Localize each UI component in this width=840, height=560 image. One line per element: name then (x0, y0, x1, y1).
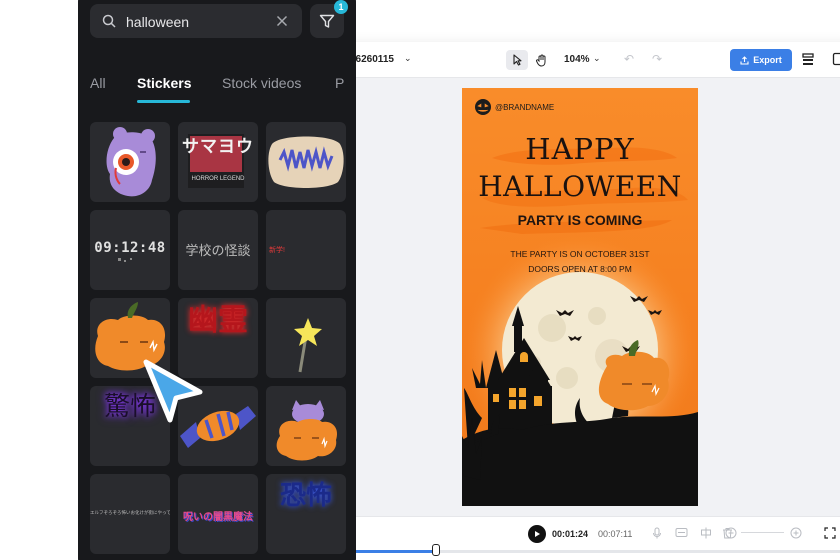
export-label: Export (753, 55, 782, 65)
poster-canvas[interactable]: @BRANDNAME HAPPY HALLOWEEN PARTY IS COMI… (462, 88, 698, 506)
brand-handle: @BRANDNAME (495, 103, 555, 112)
caption-icon[interactable] (675, 527, 688, 538)
search-box[interactable]: halloween (90, 4, 302, 38)
fear-kanji-text: 恐怖 (279, 481, 332, 511)
microphone-icon[interactable] (652, 527, 662, 539)
upload-icon (740, 55, 749, 65)
play-button[interactable] (528, 525, 546, 543)
filter-count-badge: 1 (334, 0, 348, 14)
sticker-zigzag-stamp[interactable] (266, 122, 346, 202)
sticker-star-wand[interactable] (266, 298, 346, 378)
horror-legend-text: サマヨウ (182, 137, 254, 156)
tab-all[interactable]: All (90, 75, 106, 91)
star-wand-sticker-art (294, 318, 322, 373)
zoom-out-icon[interactable] (725, 527, 737, 539)
split-icon[interactable] (700, 527, 712, 539)
search-icon (102, 14, 116, 28)
zoom-chevron-icon[interactable]: ⌄ (593, 53, 601, 64)
undo-icon[interactable]: ↶ (624, 52, 634, 66)
purple-bear-sticker-art (106, 127, 156, 197)
layers-icon[interactable] (801, 52, 815, 66)
hand-icon (535, 54, 545, 67)
editor-window: 06260115 ⌄ 104% ⌄ ↶ ↷ Export @BRANDNAME … (330, 42, 840, 560)
zoom-level[interactable]: 104% (564, 54, 590, 65)
select-tool-button[interactable] (506, 50, 528, 70)
editor-toolbar: 06260115 ⌄ 104% ⌄ ↶ ↷ Export (330, 42, 840, 78)
poster-title-halloween: HALLOWEEN (478, 170, 682, 203)
chevron-down-icon[interactable]: ⌄ (404, 53, 412, 64)
school-ghost-story-text: 学校の怪談 (185, 244, 251, 259)
filter-icon (319, 14, 335, 28)
sticker-horror-legend[interactable]: サマヨウ HORROR LEGEND (178, 122, 258, 202)
timeline-bar: 00:01:24 00:07:11 (330, 516, 840, 560)
search-input[interactable]: halloween (126, 14, 189, 30)
sticker-small-caption[interactable]: エルフぞろぞろ怖いお化けが街にやってくる (90, 474, 170, 554)
zoom-slider[interactable] (741, 532, 784, 533)
digital-clock-dots (118, 258, 132, 262)
sticker-school-ghost-story[interactable]: 学校の怪談 (178, 210, 258, 290)
sticker-magic-caption[interactable]: 呪いの闇黒魔法 (178, 474, 258, 554)
ghost-kanji-text: 幽霊 (188, 303, 248, 338)
current-time: 00:01:24 (552, 529, 589, 539)
sticker-red-glitch[interactable]: 新学! (266, 210, 346, 290)
red-glitch-text: 新学! (269, 247, 285, 254)
total-time: 00:07:11 (598, 529, 633, 539)
horror-legend-caption: HORROR LEGEND (191, 176, 245, 182)
tab-stickers[interactable]: Stickers (137, 75, 191, 91)
poster-doors-text: DOORS OPEN AT 8:00 PM (528, 264, 632, 274)
hand-tool-button[interactable] (530, 50, 552, 70)
poster-date-text: THE PARTY IS ON OCTOBER 31ST (510, 249, 650, 259)
scrubber-handle[interactable] (432, 544, 440, 556)
drag-cursor-icon (143, 359, 203, 423)
redo-icon[interactable]: ↷ (652, 52, 662, 66)
sticker-fear-kanji[interactable]: 恐怖 (266, 474, 346, 554)
tab-stock-videos[interactable]: Stock videos (222, 75, 301, 91)
fullscreen-icon[interactable] (824, 527, 836, 539)
pointer-icon (513, 54, 522, 66)
magic-caption-text: 呪いの闇黒魔法 (183, 512, 253, 523)
project-name[interactable]: 06260115 (350, 54, 394, 65)
play-icon (535, 531, 540, 537)
cat-pumpkin-sticker-art (276, 400, 338, 461)
active-tab-indicator (137, 100, 190, 103)
horror-legend-sticker-art (188, 134, 244, 188)
poster-title-happy: HAPPY (525, 132, 635, 166)
asset-panel: halloween 1 All Stickers Stock videos P (78, 0, 356, 560)
clear-icon[interactable] (276, 15, 288, 27)
zigzag-stamp-sticker-art (268, 136, 344, 188)
export-button[interactable]: Export (730, 49, 792, 71)
small-caption-text: エルフぞろぞろ怖いお化けが街にやってくる (90, 510, 170, 515)
panel-toggle-icon[interactable] (832, 52, 840, 66)
tab-photos[interactable]: P (335, 75, 344, 91)
sticker-cat-pumpkin[interactable] (266, 386, 346, 466)
app-root: 06260115 ⌄ 104% ⌄ ↶ ↷ Export @BRANDNAME … (0, 0, 840, 560)
sticker-purple-bear[interactable] (90, 122, 170, 202)
sticker-digital-clock[interactable]: 09:12:48 (90, 210, 170, 290)
poster-subtitle: PARTY IS COMING (517, 212, 643, 228)
zoom-in-icon[interactable] (790, 527, 802, 539)
